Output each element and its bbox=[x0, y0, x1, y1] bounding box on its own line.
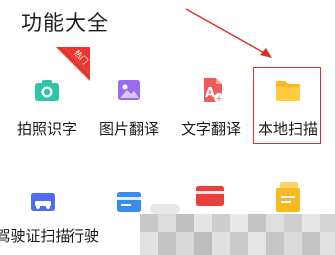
feature-label: 行驶 bbox=[69, 227, 100, 245]
feature-label: 文字翻译 bbox=[180, 120, 241, 138]
svg-text:+: + bbox=[216, 94, 223, 103]
mosaic-redaction bbox=[140, 204, 335, 255]
driving-license-icon bbox=[31, 193, 55, 211]
svg-text:A: A bbox=[205, 86, 215, 101]
annotation-arrow-icon bbox=[185, 8, 272, 58]
feature-driving-license-scan[interactable]: 驾驶证扫描 bbox=[0, 112, 83, 245]
text-translate-icon: A + bbox=[204, 78, 224, 103]
feature-image-translate[interactable]: 图片翻译 bbox=[89, 0, 169, 138]
image-icon bbox=[118, 80, 140, 100]
annotation-highlight-box bbox=[253, 67, 321, 144]
hot-badge: 热门 bbox=[56, 47, 90, 81]
